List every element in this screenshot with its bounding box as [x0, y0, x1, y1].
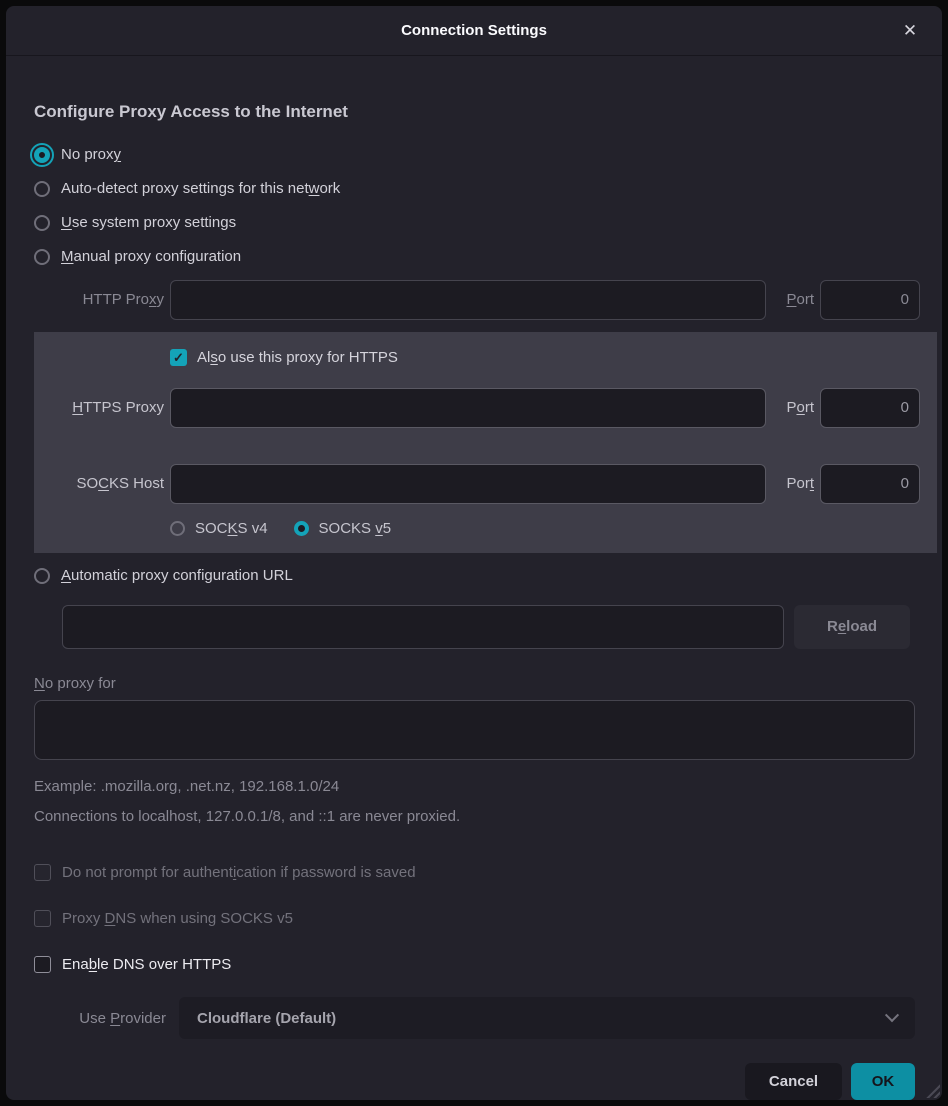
radio-row-manual[interactable]: Manual proxy configuration	[34, 240, 942, 274]
doh-provider-row: Use Provider Cloudflare (Default)	[62, 997, 915, 1039]
example-hint: Example: .mozilla.org, .net.nz, 192.168.…	[34, 778, 914, 795]
radio-manual-label: Manual proxy configuration	[61, 248, 241, 265]
enable-doh-label: Enable DNS over HTTPS	[62, 956, 231, 973]
title-bar: Connection Settings ✕	[6, 6, 942, 56]
resize-grip[interactable]	[924, 1082, 940, 1098]
connection-settings-dialog: Connection Settings ✕ Configure Proxy Ac…	[6, 6, 942, 1100]
socks-version-row: SOCKS v4 SOCKS v5	[170, 520, 937, 537]
https-proxy-row: HTTPS Proxy Port	[34, 388, 937, 428]
http-proxy-input[interactable]	[170, 280, 766, 320]
page-title: Configure Proxy Access to the Internet	[34, 102, 914, 122]
no-proxy-for-textarea[interactable]	[34, 700, 915, 760]
provider-dropdown[interactable]: Cloudflare (Default)	[179, 997, 915, 1039]
dialog-title: Connection Settings	[401, 22, 547, 39]
auto-config-url-row: Reload	[62, 605, 942, 649]
socks-host-input[interactable]	[170, 464, 766, 504]
radio-no-proxy-label: No proxy	[61, 146, 121, 163]
no-prompt-auth-checkbox[interactable]	[34, 864, 51, 881]
radio-row-use-system[interactable]: Use system proxy settings	[34, 206, 942, 240]
dialog-footer: Cancel OK	[6, 1063, 915, 1100]
provider-dropdown-value: Cloudflare (Default)	[197, 1010, 336, 1027]
auto-config-url-input[interactable]	[62, 605, 784, 649]
highlighted-section: ✓ Also use this proxy for HTTPS HTTPS Pr…	[34, 332, 937, 553]
radio-no-proxy[interactable]	[34, 147, 50, 163]
no-prompt-auth-label: Do not prompt for authentication if pass…	[62, 864, 416, 881]
https-proxy-input[interactable]	[170, 388, 766, 428]
check-icon: ✓	[173, 350, 184, 366]
radio-use-system[interactable]	[34, 215, 50, 231]
close-icon[interactable]: ✕	[898, 19, 922, 43]
use-provider-label: Use Provider	[62, 1010, 166, 1027]
reload-button[interactable]: Reload	[794, 605, 910, 649]
radio-use-system-label: Use system proxy settings	[61, 214, 236, 231]
proxy-dns-row[interactable]: Proxy DNS when using SOCKS v5	[34, 895, 942, 941]
proxy-dns-checkbox[interactable]	[34, 910, 51, 927]
radio-row-auto-url[interactable]: Automatic proxy configuration URL	[34, 559, 942, 593]
also-https-row[interactable]: ✓ Also use this proxy for HTTPS	[170, 342, 937, 374]
socks-v4-label[interactable]: SOCKS v4	[195, 520, 268, 537]
socks-host-row: SOCKS Host Port	[34, 464, 937, 504]
socks-port-label: Port	[772, 475, 814, 492]
cancel-button[interactable]: Cancel	[745, 1063, 842, 1100]
https-proxy-label: HTTPS Proxy	[34, 399, 164, 416]
enable-doh-checkbox[interactable]	[34, 956, 51, 973]
radio-row-no-proxy[interactable]: No proxy	[34, 138, 942, 172]
http-port-input[interactable]	[820, 280, 920, 320]
localhost-note: Connections to localhost, 127.0.0.1/8, a…	[34, 808, 914, 825]
no-prompt-auth-row[interactable]: Do not prompt for authentication if pass…	[34, 849, 942, 895]
radio-auto-detect-label: Auto-detect proxy settings for this netw…	[61, 180, 340, 197]
chevron-down-icon	[885, 1008, 899, 1022]
radio-auto-url[interactable]	[34, 568, 50, 584]
also-https-checkbox[interactable]: ✓	[170, 349, 187, 366]
https-port-label: Port	[772, 399, 814, 416]
no-proxy-for-label: No proxy for	[34, 675, 914, 692]
ok-button[interactable]: OK	[851, 1063, 915, 1100]
https-port-input[interactable]	[820, 388, 920, 428]
socks-v5-label[interactable]: SOCKS v5	[319, 520, 392, 537]
also-https-label: Also use this proxy for HTTPS	[197, 349, 398, 366]
radio-row-auto-detect[interactable]: Auto-detect proxy settings for this netw…	[34, 172, 942, 206]
radio-auto-url-label: Automatic proxy configuration URL	[61, 567, 293, 584]
socks-host-label: SOCKS Host	[34, 475, 164, 492]
http-port-label: Port	[772, 291, 814, 308]
radio-socks-v4[interactable]	[170, 521, 185, 536]
radio-manual[interactable]	[34, 249, 50, 265]
radio-auto-detect[interactable]	[34, 181, 50, 197]
socks-port-input[interactable]	[820, 464, 920, 504]
http-proxy-row: HTTP Proxy Port	[34, 280, 942, 320]
enable-doh-row[interactable]: Enable DNS over HTTPS	[34, 941, 942, 987]
proxy-dns-label: Proxy DNS when using SOCKS v5	[62, 910, 293, 927]
http-proxy-label: HTTP Proxy	[34, 291, 164, 308]
radio-socks-v5[interactable]	[294, 521, 309, 536]
